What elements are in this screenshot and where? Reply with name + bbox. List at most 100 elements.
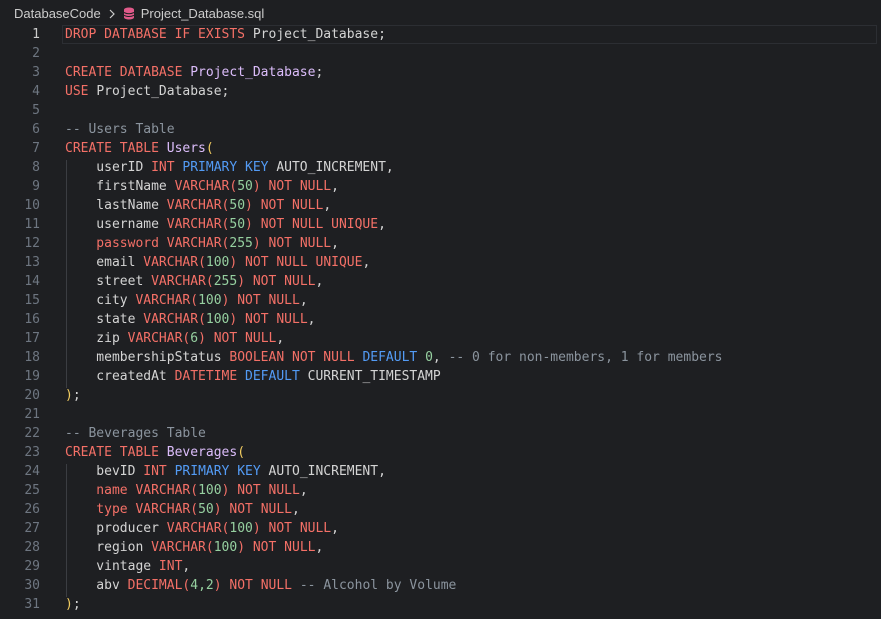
code-line[interactable]: 1 DROP DATABASE IF EXISTS Project_Databas…: [0, 25, 881, 44]
code-line[interactable]: 9 firstName VARCHAR(50) NOT NULL,: [0, 177, 881, 196]
code-token: NOT NULL: [245, 312, 308, 327]
code-token: 255: [229, 236, 253, 251]
breadcrumb-file[interactable]: Project_Database.sql: [141, 6, 265, 21]
code-token: NOT NULL: [268, 179, 332, 194]
code-line[interactable]: 12 password VARCHAR(255) NOT NULL,: [0, 234, 881, 253]
code-editor[interactable]: 1 DROP DATABASE IF EXISTS Project_Databas…: [0, 25, 881, 619]
code-token: 0: [425, 350, 433, 365]
code-token: INT: [158, 559, 183, 574]
code-token: INT: [143, 464, 175, 479]
code-line[interactable]: 18 membershipStatus BOOLEAN NOT NULL DEF…: [0, 348, 881, 367]
code-line[interactable]: 23 CREATE TABLE Beverages(: [0, 443, 881, 462]
line-code: email VARCHAR(100) NOT NULL UNIQUE,: [65, 253, 370, 272]
code-line[interactable]: 16 state VARCHAR(100) NOT NULL,: [0, 310, 881, 329]
code-token: ): [229, 255, 246, 270]
line-code: vintage INT,: [65, 557, 190, 576]
line-number: 12: [24, 236, 40, 251]
line-code: CREATE TABLE Beverages(: [65, 443, 245, 462]
line-number: 28: [24, 540, 40, 555]
code-token: membershipStatus: [65, 350, 230, 365]
code-line[interactable]: 26 type VARCHAR(50) NOT NULL,: [0, 500, 881, 519]
line-code: userID INT PRIMARY KEY AUTO_INCREMENT,: [65, 158, 393, 177]
code-token: ,: [299, 483, 308, 498]
line-code: lastName VARCHAR(50) NOT NULL,: [65, 196, 331, 215]
code-token: userID: [65, 160, 152, 175]
line-code: DROP DATABASE IF EXISTS Project_Database…: [65, 25, 386, 44]
code-line[interactable]: 8 userID INT PRIMARY KEY AUTO_INCREMENT,: [0, 158, 881, 177]
code-token: 50: [229, 217, 246, 232]
line-code: CREATE TABLE Users(: [65, 139, 214, 158]
line-number: 26: [24, 502, 40, 517]
line-code: CREATE DATABASE Project_Database;: [65, 63, 323, 82]
code-line[interactable]: 6 -- Users Table: [0, 120, 881, 139]
code-line[interactable]: 19 createdAt DATETIME DEFAULT CURRENT_TI…: [0, 367, 881, 386]
line-number: 7: [32, 141, 40, 156]
code-token: ,: [331, 179, 339, 194]
database-icon: [123, 7, 137, 21]
code-token: 100: [213, 540, 238, 555]
code-token: name: [65, 483, 136, 498]
code-line[interactable]: 30 abv DECIMAL(4,2) NOT NULL -- Alcohol …: [0, 576, 881, 595]
code-line[interactable]: 20);: [0, 386, 881, 405]
code-token: CREATE TABLE: [65, 141, 167, 156]
code-token: NOT NULL: [237, 483, 300, 498]
code-token: 50: [229, 198, 246, 213]
line-number: 21: [24, 407, 40, 422]
code-line[interactable]: 10 lastName VARCHAR(50) NOT NULL,: [0, 196, 881, 215]
code-line[interactable]: 22 -- Beverages Table: [0, 424, 881, 443]
code-token: type: [65, 502, 136, 517]
code-token: producer: [65, 521, 167, 536]
code-line[interactable]: 17 zip VARCHAR(6) NOT NULL,: [0, 329, 881, 348]
code-line[interactable]: 24 bevID INT PRIMARY KEY AUTO_INCREMENT,: [0, 462, 881, 481]
code-token: ): [213, 502, 230, 517]
code-token: 50: [198, 502, 214, 517]
code-token: VARCHAR(: [135, 293, 199, 308]
code-line[interactable]: 31);: [0, 595, 881, 614]
code-token: ): [221, 293, 238, 308]
code-line[interactable]: 5: [0, 101, 881, 120]
code-token: 100: [205, 255, 230, 270]
code-token: INT: [151, 160, 183, 175]
code-token: ,: [315, 274, 324, 289]
code-line[interactable]: 21: [0, 405, 881, 424]
code-token: VARCHAR(: [143, 255, 206, 270]
line-number: 5: [32, 103, 40, 118]
code-token: NOT NULL UNIQUE: [245, 255, 363, 270]
code-token: CREATE TABLE: [65, 445, 167, 460]
code-line[interactable]: 27 producer VARCHAR(100) NOT NULL,: [0, 519, 881, 538]
code-line[interactable]: 29 vintage INT,: [0, 557, 881, 576]
code-token: VARCHAR(: [143, 312, 206, 327]
code-line[interactable]: 28 region VARCHAR(100) NOT NULL,: [0, 538, 881, 557]
code-token: 100: [198, 293, 222, 308]
code-line[interactable]: 3 CREATE DATABASE Project_Database;: [0, 63, 881, 82]
code-line[interactable]: 13 email VARCHAR(100) NOT NULL UNIQUE,: [0, 253, 881, 272]
code-token: VARCHAR(: [166, 236, 230, 251]
code-line[interactable]: 14 street VARCHAR(255) NOT NULL,: [0, 272, 881, 291]
code-token: NOT NULL: [237, 293, 300, 308]
line-number: 9: [32, 179, 40, 194]
code-line[interactable]: 4 USE Project_Database;: [0, 82, 881, 101]
code-token: ): [229, 312, 246, 327]
line-code: bevID INT PRIMARY KEY AUTO_INCREMENT,: [65, 462, 386, 481]
line-code: );: [65, 595, 81, 614]
code-token: password: [65, 236, 167, 251]
chevron-right-icon: [105, 7, 119, 21]
code-line[interactable]: 7 CREATE TABLE Users(: [0, 139, 881, 158]
code-token: DEFAULT: [362, 350, 426, 365]
code-token: PRIMARY KEY: [182, 160, 277, 175]
code-token: Project_Database;: [96, 84, 230, 99]
code-token: DEFAULT: [245, 369, 308, 384]
code-token: NOT NULL: [268, 236, 332, 251]
breadcrumb-folder[interactable]: DatabaseCode: [14, 6, 101, 21]
code-line[interactable]: 15 city VARCHAR(100) NOT NULL,: [0, 291, 881, 310]
code-line[interactable]: 11 username VARCHAR(50) NOT NULL UNIQUE,: [0, 215, 881, 234]
code-line[interactable]: 2: [0, 44, 881, 63]
code-token: ): [221, 483, 238, 498]
line-number: 31: [24, 597, 40, 612]
code-line[interactable]: 25 name VARCHAR(100) NOT NULL,: [0, 481, 881, 500]
code-token: NOT NULL: [229, 578, 300, 593]
line-code: firstName VARCHAR(50) NOT NULL,: [65, 177, 339, 196]
code-token: ,: [331, 236, 339, 251]
code-token: state: [65, 312, 144, 327]
code-token: DROP DATABASE IF EXISTS: [65, 27, 253, 42]
